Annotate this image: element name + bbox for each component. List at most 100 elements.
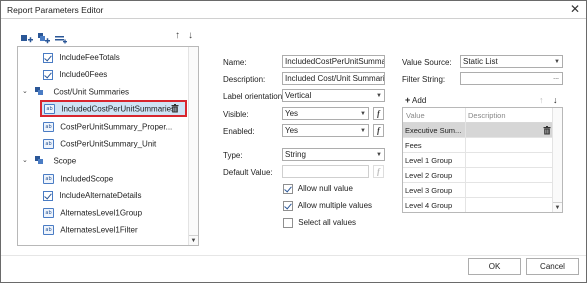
chevron-down-icon: ▼ [376, 93, 382, 99]
label-orientation-value: Vertical [285, 91, 312, 100]
add-group-icon[interactable] [37, 32, 51, 44]
add-value-button[interactable]: + Add [405, 95, 426, 105]
name-field[interactable]: IncludedCostPerUnitSummaries [282, 55, 385, 68]
values-grid-header: Value Description [403, 108, 554, 123]
column-header-value[interactable]: Value [406, 111, 425, 120]
tree-item-label: Include0Fees [59, 70, 108, 80]
move-up-icon[interactable]: ↑ [175, 30, 180, 41]
field-param-icon: ab [43, 224, 54, 235]
select-all-checkbox[interactable]: Select all values [283, 217, 356, 229]
add-separator-icon[interactable] [54, 32, 68, 44]
allow-multiple-label: Allow multiple values [297, 201, 373, 210]
tree-item-label: CostPerUnitSummary_Proper... [60, 122, 173, 132]
add-icon: + [405, 95, 411, 105]
tree-item-includealternatedetails[interactable]: IncludeAlternateDetails [43, 188, 142, 203]
tree-item-label: IncludeAlternateDetails [59, 191, 142, 201]
ok-button[interactable]: OK [468, 258, 521, 275]
select-all-check[interactable] [283, 217, 293, 228]
chevron-down-icon[interactable]: ⌄ [22, 84, 30, 99]
field-param-icon: ab [43, 207, 54, 218]
values-grid-row[interactable]: Executive Sum... [403, 123, 554, 138]
values-grid[interactable]: Value Description Executive Sum... Fees … [402, 107, 563, 213]
description-cell[interactable] [465, 198, 554, 212]
parameters-tree[interactable]: IncludeFeeTotals Include0Fees ⌄ Cost/Uni… [17, 46, 199, 246]
tree-item-costperunitsummary-proper[interactable]: ab CostPerUnitSummary_Proper... [43, 119, 172, 134]
value-cell[interactable]: Level 1 Group [405, 156, 452, 165]
report-parameters-editor-window: Report Parameters Editor ✕ ↑ ↓ IncludeFe… [0, 0, 587, 283]
tree-item-label: CostPerUnitSummary_Unit [60, 139, 157, 149]
value-source-value: Static List [463, 57, 498, 66]
tree-item-includedscope[interactable]: ab IncludedScope [43, 171, 113, 186]
field-param-icon: ab [43, 173, 54, 184]
checkbox-param-icon [43, 52, 53, 63]
allow-null-checkbox[interactable]: Allow null value [283, 183, 353, 195]
ellipsis-button[interactable]: ... [553, 73, 559, 83]
values-grid-scrollbar[interactable]: ▼ [552, 108, 562, 212]
chevron-down-icon[interactable]: ⌄ [22, 153, 30, 168]
scroll-down-icon[interactable]: ▼ [189, 235, 198, 245]
add-value-label: Add [412, 96, 427, 105]
value-cell[interactable]: Level 2 Group [405, 171, 452, 180]
select-all-label: Select all values [298, 218, 357, 227]
allow-multiple-checkbox[interactable]: Allow multiple values [283, 200, 372, 212]
enabled-label: Enabled: [223, 127, 255, 136]
tree-item-includefeetotals[interactable]: IncludeFeeTotals [43, 50, 120, 65]
values-grid-row[interactable]: Fees [403, 138, 554, 153]
trash-icon[interactable] [543, 126, 551, 135]
tree-item-includedcostperunitsummaries[interactable]: ab IncludedCostPerUnitSummaries [40, 100, 187, 117]
move-down-icon[interactable]: ↓ [188, 30, 193, 41]
description-label: Description: [223, 75, 266, 84]
window-title: Report Parameters Editor [7, 5, 104, 15]
tree-item-label: IncludeFeeTotals [59, 53, 120, 63]
default-value-expression-button[interactable]: f [373, 165, 384, 178]
description-cell[interactable] [465, 183, 554, 198]
tree-scrollbar[interactable]: ▼ [188, 47, 198, 245]
tree-group-cost-unit-summaries[interactable]: ⌄ Cost/Unit Summaries [22, 84, 129, 99]
scroll-down-icon[interactable]: ▼ [553, 202, 562, 212]
value-cell[interactable]: Level 3 Group [405, 186, 452, 195]
close-icon[interactable]: ✕ [570, 2, 580, 16]
value-move-down-icon[interactable]: ↓ [553, 95, 558, 105]
allow-multiple-check[interactable] [283, 200, 293, 211]
label-orientation-select[interactable]: Vertical ▼ [282, 89, 385, 102]
values-grid-row[interactable]: Level 1 Group [403, 153, 554, 168]
visible-expression-button[interactable]: f [373, 107, 384, 120]
tree-item-label: IncludedScope [60, 174, 114, 184]
value-cell[interactable]: Level 4 Group [405, 201, 452, 210]
tree-item-label: AlternatesLevel1Group [60, 208, 143, 218]
value-source-select[interactable]: Static List ▼ [460, 55, 563, 68]
visible-value: Yes [285, 109, 299, 118]
tree-item-alternateslevel1filter[interactable]: ab AlternatesLevel1Filter [43, 222, 138, 237]
description-cell[interactable] [465, 138, 554, 153]
column-header-description[interactable]: Description [468, 111, 506, 120]
tree-item-include0fees[interactable]: Include0Fees [43, 67, 107, 82]
field-param-icon: ab [44, 103, 55, 114]
tree-item-costperunitsummary-unit[interactable]: ab CostPerUnitSummary_Unit [43, 136, 156, 151]
allow-null-check[interactable] [283, 183, 293, 194]
enabled-select[interactable]: Yes ▼ [282, 124, 369, 137]
value-cell[interactable]: Executive Sum... [405, 126, 461, 135]
values-grid-row[interactable]: Level 4 Group [403, 198, 554, 212]
tree-item-label: Cost/Unit Summaries [53, 87, 130, 97]
values-grid-row[interactable]: Level 2 Group [403, 168, 554, 183]
description-field[interactable]: Included Cost/Unit Summaries [282, 72, 385, 85]
group-icon [35, 155, 44, 164]
default-value-field[interactable] [282, 165, 369, 178]
visible-select[interactable]: Yes ▼ [282, 107, 369, 120]
tree-group-scope[interactable]: ⌄ Scope [22, 153, 76, 168]
description-cell[interactable] [465, 123, 554, 138]
tree-item-alternateslevel1group[interactable]: ab AlternatesLevel1Group [43, 205, 142, 220]
trash-icon[interactable] [171, 104, 179, 113]
description-cell[interactable] [465, 153, 554, 168]
default-value-label: Default Value: [223, 168, 273, 177]
description-cell[interactable] [465, 168, 554, 183]
enabled-expression-button[interactable]: f [373, 124, 384, 137]
filter-string-field[interactable]: ... [460, 72, 563, 85]
add-parameter-icon[interactable] [20, 32, 34, 44]
value-move-up-icon[interactable]: ↑ [539, 95, 544, 105]
values-grid-row[interactable]: Level 3 Group [403, 183, 554, 198]
value-cell[interactable]: Fees [405, 141, 422, 150]
group-icon [35, 86, 44, 95]
type-select[interactable]: String ▼ [282, 148, 385, 161]
cancel-button[interactable]: Cancel [526, 258, 579, 275]
